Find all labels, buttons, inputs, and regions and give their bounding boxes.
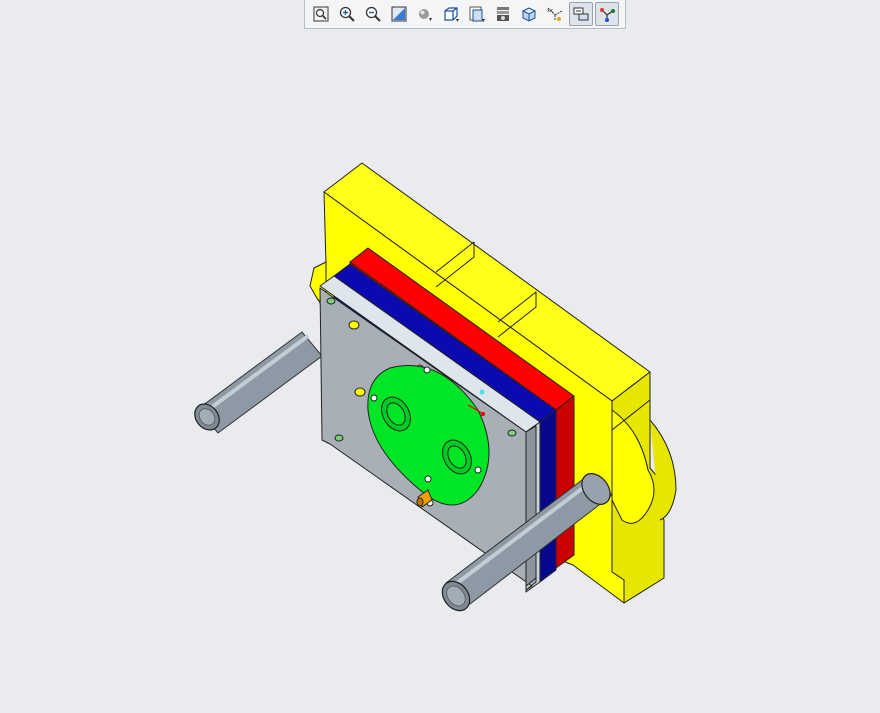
- hole-yellow-1: [348, 320, 360, 330]
- graphics-viewport[interactable]: xx: [0, 0, 880, 713]
- hole-green-3: [507, 429, 517, 437]
- hole-green-1: [326, 297, 336, 305]
- hole-yellow-2: [354, 387, 366, 397]
- hole-green-2: [334, 434, 344, 442]
- guide-pin-upper[interactable]: [190, 331, 323, 435]
- cad-model-view[interactable]: [0, 0, 880, 713]
